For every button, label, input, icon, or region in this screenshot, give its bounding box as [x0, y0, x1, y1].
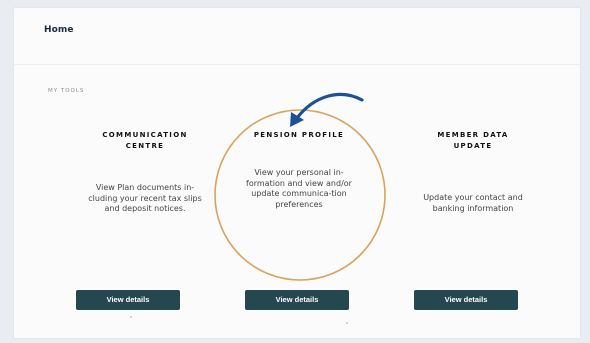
page-header: Home: [14, 8, 580, 64]
view-details-button-member-data-update[interactable]: View details: [414, 290, 518, 310]
section-label: MY TOOLS: [48, 88, 85, 94]
tool-title: MEMBER DATA UPDATE: [437, 131, 509, 150]
tool-description: View Plan documents in-cluding your rece…: [88, 183, 202, 213]
tool-description: View your personal in-formation and view…: [246, 168, 352, 209]
tool-title: COMMUNICATION CENTRE: [102, 131, 188, 150]
view-details-button-communication-centre[interactable]: View details: [76, 290, 180, 310]
home-link[interactable]: Home: [44, 25, 74, 35]
tool-card-pension-profile: PENSION PROFILE View your personal in-fo…: [214, 130, 384, 210]
tool-title: PENSION PROFILE: [253, 131, 345, 139]
speck: [346, 322, 348, 324]
tool-card-communication-centre: COMMUNICATION CENTRE View Plan documents…: [60, 130, 230, 215]
tool-description: Update your contact and banking informat…: [423, 193, 523, 213]
annotation-arrow: [295, 92, 364, 120]
annotation-arrowhead: [290, 112, 304, 127]
tools-page: Home MY TOOLS COMMUNICATION CENTRE View …: [14, 8, 580, 338]
view-details-button-pension-profile[interactable]: View details: [245, 290, 349, 310]
speck: [130, 316, 132, 318]
tool-card-member-data-update: MEMBER DATA UPDATE Update your contact a…: [388, 130, 558, 214]
header-divider: [14, 64, 580, 65]
